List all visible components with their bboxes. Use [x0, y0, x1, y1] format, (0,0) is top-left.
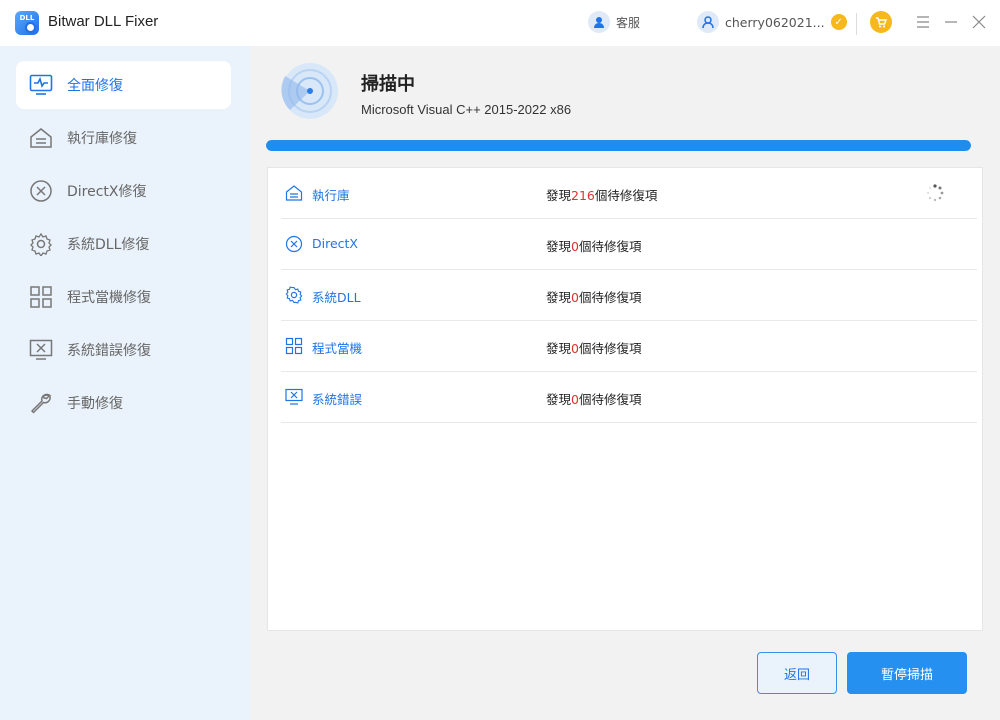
sidebar-item-system-error-repair[interactable]: 系統錯誤修復	[16, 326, 231, 374]
row-count: 0	[571, 341, 579, 356]
sidebar-item-label: 系統DLL修復	[67, 237, 150, 253]
cart-icon[interactable]	[870, 11, 892, 33]
row-label: DirectX	[312, 236, 358, 251]
username: cherry062021...	[725, 14, 825, 30]
table-row: DirectX 發現0個待修復項	[281, 219, 977, 270]
sidebar-item-label: 系統錯誤修復	[67, 343, 151, 359]
app-logo-icon: DLL	[15, 11, 39, 35]
sidebar-item-label: 手動修復	[67, 396, 123, 412]
user-avatar-icon	[697, 11, 719, 33]
monitor-pulse-icon	[27, 71, 55, 99]
sidebar-item-crash-repair[interactable]: 程式當機修復	[16, 273, 231, 321]
main-content: 掃描中 Microsoft Visual C++ 2015-2022 x86 執…	[250, 46, 1000, 720]
headset-icon	[588, 11, 610, 33]
app-logo-text: DLL	[19, 14, 35, 22]
sidebar-item-full-repair[interactable]: 全面修復	[16, 61, 231, 109]
scan-title: 掃描中	[361, 74, 415, 95]
gear-icon	[27, 230, 55, 258]
app-title: Bitwar DLL Fixer	[48, 13, 159, 30]
row-found-text: 發現0個待修復項	[546, 392, 642, 407]
sidebar-item-system-dll-repair[interactable]: 系統DLL修復	[16, 220, 231, 268]
library-icon	[285, 184, 303, 202]
monitor-x-icon	[27, 336, 55, 364]
monitor-x-icon	[285, 388, 303, 406]
row-label: 系統錯誤	[312, 392, 363, 407]
sidebar: 全面修復 執行庫修復 DirectX修復 系統DLL修復 程式當機修復 系統錯誤…	[0, 46, 250, 720]
menu-icon[interactable]	[913, 12, 933, 32]
grid-icon	[285, 337, 303, 355]
x-circle-icon	[27, 177, 55, 205]
close-icon[interactable]	[969, 12, 989, 32]
row-found-text: 發現0個待修復項	[546, 341, 642, 356]
sidebar-item-label: 執行庫修復	[67, 131, 137, 147]
sidebar-item-runtime-repair[interactable]: 執行庫修復	[16, 114, 231, 162]
table-row: 系統DLL 發現0個待修復項	[281, 270, 977, 321]
table-row: 程式當機 發現0個待修復項	[281, 321, 977, 372]
row-found-text: 發現216個待修復項	[546, 188, 658, 203]
row-count: 216	[571, 188, 595, 203]
x-circle-icon	[285, 235, 303, 253]
row-label: 系統DLL	[312, 290, 361, 305]
row-label: 執行庫	[312, 188, 350, 203]
sidebar-item-label: DirectX修復	[67, 184, 147, 200]
radar-scan-icon	[281, 62, 339, 120]
minimize-icon[interactable]	[941, 12, 961, 32]
scan-progress-bar	[266, 140, 971, 151]
sidebar-item-manual-repair[interactable]: 手動修復	[16, 379, 231, 427]
table-row: 執行庫 發現216個待修復項	[281, 168, 977, 219]
row-label: 程式當機	[312, 341, 363, 356]
row-found-text: 發現0個待修復項	[546, 239, 642, 254]
header-divider	[856, 13, 857, 35]
user-account-button[interactable]: cherry062021... ✓	[697, 11, 847, 33]
vip-badge-icon: ✓	[830, 14, 847, 30]
support-button[interactable]: 客服	[588, 11, 640, 33]
sidebar-item-label: 全面修復	[67, 78, 123, 94]
results-panel: 執行庫 發現216個待修復項 DirectX 發現0個待修復項 系統DLL 發現…	[267, 167, 983, 631]
title-bar: DLL Bitwar DLL Fixer 客服 cherry062021... …	[0, 0, 1000, 46]
sidebar-item-label: 程式當機修復	[67, 290, 151, 306]
back-button[interactable]: 返回	[757, 652, 837, 694]
loading-spinner-icon	[925, 183, 945, 203]
row-count: 0	[571, 392, 579, 407]
wrench-icon	[27, 389, 55, 417]
gear-icon	[285, 286, 303, 304]
sidebar-item-directx-repair[interactable]: DirectX修復	[16, 167, 231, 215]
support-label: 客服	[616, 15, 641, 30]
grid-icon	[27, 283, 55, 311]
scan-current-item: Microsoft Visual C++ 2015-2022 x86	[361, 102, 572, 117]
table-row: 系統錯誤 發現0個待修復項	[281, 372, 977, 423]
pause-scan-button[interactable]: 暫停掃描	[847, 652, 967, 694]
library-icon	[27, 124, 55, 152]
row-found-text: 發現0個待修復項	[546, 290, 642, 305]
scan-progress-fill	[266, 140, 971, 151]
row-count: 0	[571, 239, 579, 254]
row-count: 0	[571, 290, 579, 305]
